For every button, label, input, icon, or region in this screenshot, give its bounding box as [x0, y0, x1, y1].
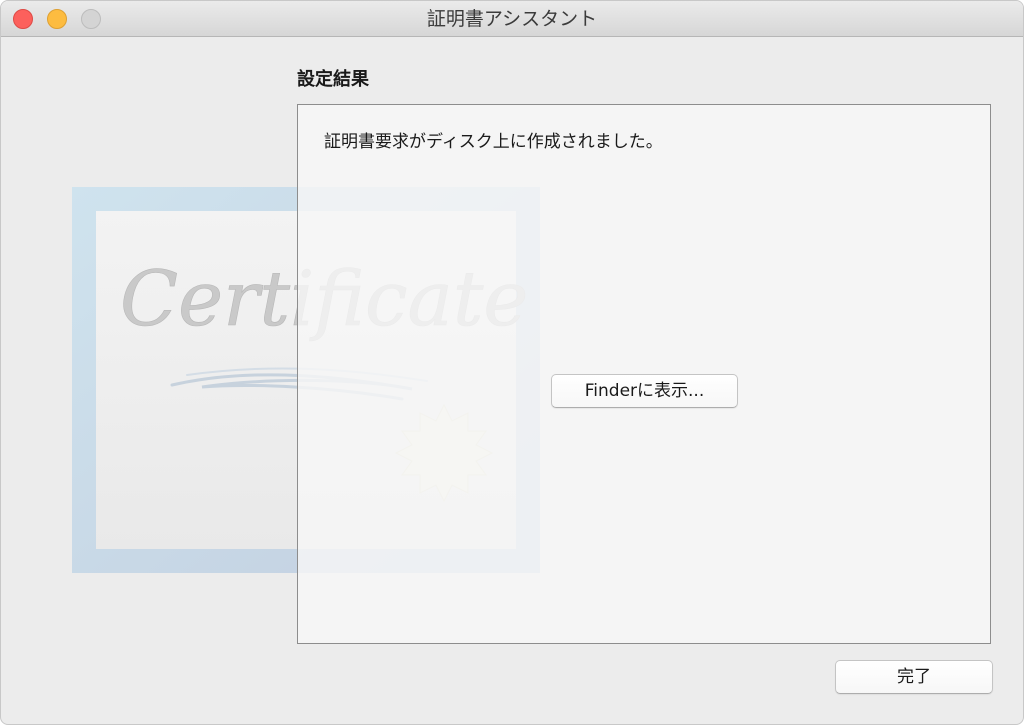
content-area: Certificate 設定結果 証明書要求がディスク上に作成されました。 Fi… — [1, 37, 1023, 724]
show-in-finder-button[interactable]: Finderに表示... — [551, 374, 738, 408]
titlebar[interactable]: 証明書アシスタント — [1, 1, 1023, 37]
result-panel: 証明書要求がディスク上に作成されました。 Finderに表示... — [297, 104, 991, 644]
result-message: 証明書要求がディスク上に作成されました。 — [324, 132, 663, 152]
window-title: 証明書アシスタント — [426, 8, 598, 30]
section-title: 設定結果 — [297, 69, 369, 90]
done-button[interactable]: 完了 — [835, 660, 993, 694]
assistant-window: 証明書アシスタント Certificate 設定結果 — [0, 0, 1024, 725]
